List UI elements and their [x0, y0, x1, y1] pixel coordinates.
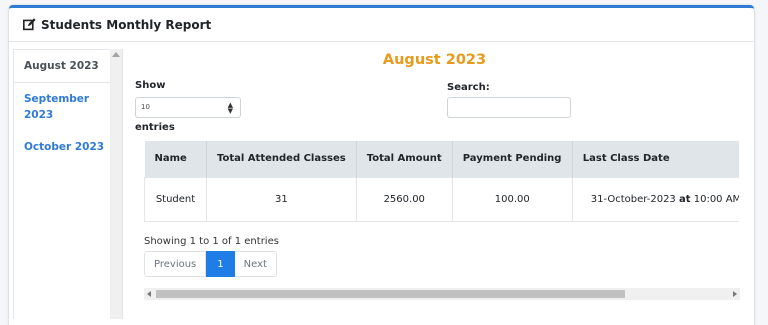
scroll-right-icon[interactable]: [733, 291, 737, 297]
table-header-row: Name Total Attended Classes Total Amount…: [144, 141, 739, 177]
horizontal-scrollbar[interactable]: [144, 288, 740, 300]
next-page-button[interactable]: Next: [234, 251, 277, 277]
report-title: August 2023: [382, 52, 487, 68]
entries-label: entries: [135, 122, 175, 133]
sort-arrows-icon: ▲ ▼: [227, 101, 233, 115]
table-row: Student 31 2560.00 100.00 31-October-202…: [144, 176, 739, 222]
edit-icon: [23, 18, 36, 31]
table-info: Showing 1 to 1 of 1 entries: [144, 236, 279, 247]
column-header-amount[interactable]: Total Amount: [356, 141, 453, 177]
report-table-wrapper: Name Total Attended Classes Total Amount…: [144, 141, 739, 222]
tabs-scrollbar[interactable]: [110, 49, 122, 319]
cell-attended: 31: [206, 176, 357, 222]
report-table: Name Total Attended Classes Total Amount…: [144, 141, 739, 222]
entries-per-page-value: 10: [141, 103, 150, 111]
month-tabs: August 2023 September 2023 October 2023: [13, 49, 123, 319]
column-header-last-class[interactable]: Last Class Date: [572, 141, 739, 177]
column-header-attended[interactable]: Total Attended Classes: [206, 141, 357, 177]
cell-amount: 2560.00: [356, 176, 453, 222]
column-header-pending[interactable]: Payment Pending: [452, 141, 573, 177]
search-input[interactable]: [447, 97, 571, 118]
scroll-left-icon[interactable]: [147, 291, 151, 297]
report-panel: August 2023 Show 10 ▲ ▼ entries Search: N…: [134, 49, 740, 300]
search-label: Search:: [447, 82, 490, 93]
pagination: Previous 1 Next: [144, 251, 277, 277]
tab-september-2023[interactable]: September 2023: [14, 83, 94, 131]
last-class-date: 31-October-2023: [590, 193, 676, 205]
entries-per-page-select[interactable]: 10 ▲ ▼: [135, 97, 241, 118]
show-label: Show: [135, 80, 166, 91]
tab-august-2023[interactable]: August 2023: [14, 50, 122, 83]
scrollbar-thumb[interactable]: [156, 290, 625, 298]
scroll-up-icon[interactable]: [112, 52, 120, 57]
last-class-at: at: [679, 193, 691, 205]
cell-pending: 100.00: [452, 176, 573, 222]
last-class-time: 10:00 AM: [693, 193, 739, 205]
card-header: Students Monthly Report: [9, 8, 754, 42]
page-1-button[interactable]: 1: [206, 251, 235, 277]
tab-october-2023[interactable]: October 2023: [14, 131, 122, 163]
previous-page-button[interactable]: Previous: [144, 251, 207, 277]
column-header-name[interactable]: Name: [144, 141, 207, 177]
cell-name: Student: [144, 176, 207, 222]
page-title: Students Monthly Report: [41, 17, 212, 32]
cell-last-class: 31-October-2023 at 10:00 AM: [572, 176, 739, 222]
